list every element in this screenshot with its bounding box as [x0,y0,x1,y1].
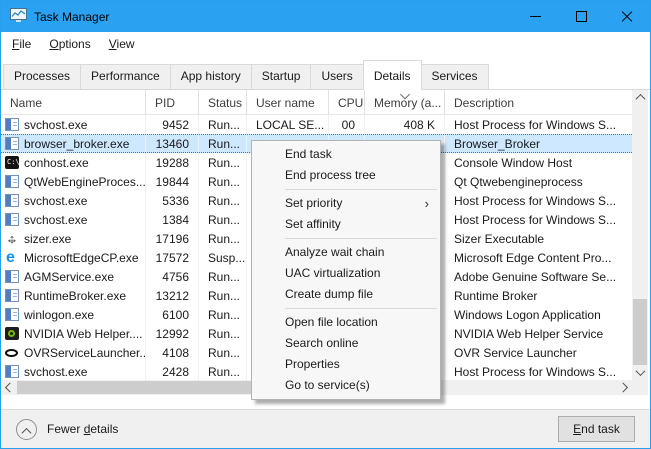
context-menu: End task End process tree Set priority› … [251,140,441,400]
scroll-left-button[interactable] [1,380,16,395]
column-header-user-name[interactable]: User name [247,90,329,114]
scroll-right-icon [618,383,628,393]
fewer-details-toggle[interactable]: Fewer details [16,419,118,440]
scrollbar-corner [632,380,648,395]
menubar-item-file[interactable]: File [3,34,40,54]
app-window-icon [5,365,19,378]
collapse-chevron-icon [16,419,37,440]
tab-details[interactable]: Details [363,60,422,90]
menu-separator [285,238,437,239]
move-arrows-icon [5,232,19,245]
column-header-name[interactable]: Name [1,90,146,114]
scroll-up-button[interactable] [632,90,648,105]
console-icon [5,156,19,169]
app-window-icon [5,137,19,150]
scroll-left-icon [5,383,15,393]
maximize-icon [576,11,587,22]
scroll-right-button[interactable] [617,380,632,395]
app-window-icon [5,270,19,283]
app-window-icon [5,194,19,207]
edge-browser-icon [5,251,19,264]
menu-item-search-online[interactable]: Search online [252,333,440,354]
menu-item-end-task[interactable]: End task [252,144,440,165]
close-icon [621,11,633,23]
menu-item-open-file-location[interactable]: Open file location [252,312,440,333]
app-window-icon [5,118,19,131]
column-header-status[interactable]: Status [199,90,247,114]
menu-item-go-to-services[interactable]: Go to service(s) [252,375,440,396]
menubar: File Options View [1,32,650,56]
column-header-cpu[interactable]: CPU [329,90,365,114]
tab-users[interactable]: Users [310,64,363,90]
app-window-icon [5,289,19,302]
window-title: Task Manager [34,10,109,24]
footer-bar: Fewer details End task [1,409,650,448]
tabstrip: Processes Performance App history Startu… [1,56,650,90]
menu-item-uac-virtualization[interactable]: UAC virtualization [252,263,440,284]
task-manager-window: Task Manager File Options View Processes… [0,0,651,449]
tab-services[interactable]: Services [421,64,489,90]
app-window-icon [5,175,19,188]
scroll-down-button[interactable] [632,365,648,380]
vertical-scrollbar-thumb[interactable] [633,299,647,365]
minimize-icon [530,16,541,17]
menu-separator [285,308,437,309]
scroll-up-icon [635,94,645,104]
tab-performance[interactable]: Performance [80,64,171,90]
menu-item-set-affinity[interactable]: Set affinity [252,214,440,235]
submenu-arrow-icon: › [425,193,429,214]
ovr-oval-icon [5,346,19,359]
menu-separator [285,189,437,190]
menu-item-properties[interactable]: Properties [252,354,440,375]
titlebar[interactable]: Task Manager [1,1,650,32]
menubar-item-options[interactable]: Options [40,34,99,54]
table-row[interactable]: svchost.exe 9452 Run... LOCAL SE... 00 4… [1,115,632,134]
column-header-pid[interactable]: PID [146,90,199,114]
menu-item-analyze-wait-chain[interactable]: Analyze wait chain [252,242,440,263]
task-manager-icon [10,8,27,25]
vertical-scrollbar[interactable] [632,90,648,380]
table-header: Name PID Status User name CPU Memory (a.… [1,90,632,115]
tab-app-history[interactable]: App history [170,64,252,90]
end-task-button[interactable]: End task [558,416,635,442]
app-window-icon [5,213,19,226]
nvidia-icon [5,327,19,340]
menu-item-create-dump-file[interactable]: Create dump file [252,284,440,305]
fewer-details-label: Fewer details [47,422,118,436]
maximize-button[interactable] [558,1,604,32]
menubar-item-view[interactable]: View [100,34,144,54]
tab-processes[interactable]: Processes [3,64,81,90]
tab-startup[interactable]: Startup [251,64,312,90]
column-header-description[interactable]: Description [445,90,632,114]
menu-item-set-priority[interactable]: Set priority› [252,193,440,214]
close-button[interactable] [604,1,650,32]
scroll-down-icon [635,366,645,376]
column-header-memory[interactable]: Memory (a... [365,90,445,114]
app-window-icon [5,308,19,321]
minimize-button[interactable] [512,1,558,32]
menu-item-end-process-tree[interactable]: End process tree [252,165,440,186]
